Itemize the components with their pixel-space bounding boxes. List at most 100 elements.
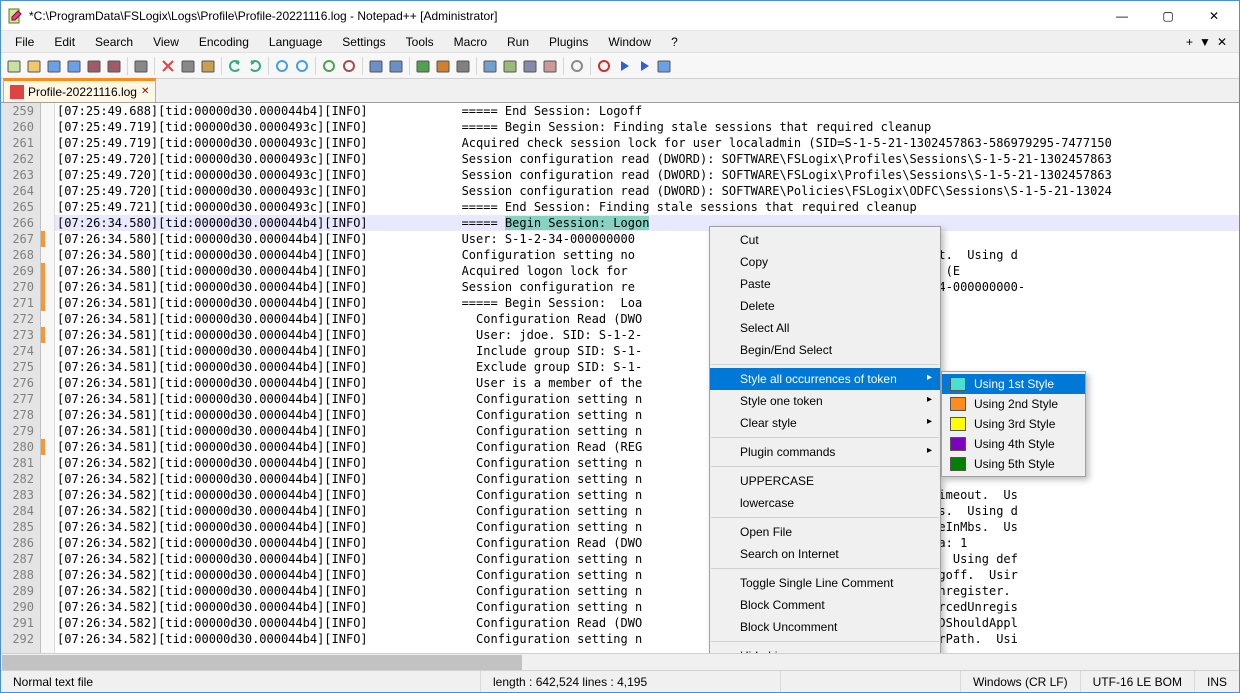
- menu-[interactable]: ?: [661, 33, 688, 51]
- code-line[interactable]: [07:25:49.719][tid:00000d30.0000493c][IN…: [55, 135, 1239, 151]
- paste-icon[interactable]: [199, 57, 217, 75]
- code-line[interactable]: [07:26:34.581][tid:00000d30.000044b4][IN…: [55, 343, 1239, 359]
- copy-icon[interactable]: [179, 57, 197, 75]
- zoom-in-icon[interactable]: [320, 57, 338, 75]
- ctx-item-style-one-token[interactable]: Style one token: [710, 390, 940, 412]
- menu-settings[interactable]: Settings: [332, 33, 395, 51]
- scrollbar-thumb[interactable]: [2, 655, 522, 670]
- menu-run[interactable]: Run: [497, 33, 539, 51]
- menu-file[interactable]: File: [5, 33, 44, 51]
- code-line[interactable]: [07:25:49.721][tid:00000d30.0000493c][IN…: [55, 199, 1239, 215]
- ctx-item-search-on-internet[interactable]: Search on Internet: [710, 543, 940, 565]
- cut-icon[interactable]: [159, 57, 177, 75]
- tab-dropdown[interactable]: ▼: [1199, 35, 1211, 49]
- close-doc-icon[interactable]: [85, 57, 103, 75]
- ctx-item-paste[interactable]: Paste: [710, 273, 940, 295]
- code-line[interactable]: [07:26:34.582][tid:00000d30.000044b4][IN…: [55, 599, 1239, 615]
- ctx-item-block-comment[interactable]: Block Comment: [710, 594, 940, 616]
- code-line[interactable]: [07:26:34.580][tid:00000d30.000044b4][IN…: [55, 231, 1239, 247]
- print-icon[interactable]: [132, 57, 150, 75]
- code-line[interactable]: [07:26:34.581][tid:00000d30.000044b4][IN…: [55, 295, 1239, 311]
- play-multi-icon[interactable]: [635, 57, 653, 75]
- ctx-item-uppercase[interactable]: UPPERCASE: [710, 470, 940, 492]
- code-line[interactable]: [07:26:34.581][tid:00000d30.000044b4][IN…: [55, 311, 1239, 327]
- indent-guide-icon[interactable]: [454, 57, 472, 75]
- minimize-button[interactable]: —: [1099, 1, 1145, 31]
- open-file-icon[interactable]: [25, 57, 43, 75]
- menu-macro[interactable]: Macro: [444, 33, 497, 51]
- code-line[interactable]: [07:25:49.720][tid:00000d30.0000493c][IN…: [55, 167, 1239, 183]
- wordwrap-icon[interactable]: [414, 57, 432, 75]
- play-icon[interactable]: [615, 57, 633, 75]
- lang-icon[interactable]: [481, 57, 499, 75]
- code-line[interactable]: [07:26:34.582][tid:00000d30.000044b4][IN…: [55, 567, 1239, 583]
- new-file-icon[interactable]: [5, 57, 23, 75]
- code-line[interactable]: [07:26:34.582][tid:00000d30.000044b4][IN…: [55, 551, 1239, 567]
- ctx-item-plugin-commands[interactable]: Plugin commands: [710, 441, 940, 463]
- code-line[interactable]: [07:26:34.582][tid:00000d30.000044b4][IN…: [55, 615, 1239, 631]
- func-list-icon[interactable]: [521, 57, 539, 75]
- code-line[interactable]: [07:26:34.582][tid:00000d30.000044b4][IN…: [55, 519, 1239, 535]
- close-button[interactable]: ✕: [1191, 1, 1237, 31]
- ctx-item-block-uncomment[interactable]: Block Uncomment: [710, 616, 940, 638]
- code-line[interactable]: [07:26:34.582][tid:00000d30.000044b4][IN…: [55, 535, 1239, 551]
- sync-h-icon[interactable]: [387, 57, 405, 75]
- style-using-3rd-style[interactable]: Using 3rd Style: [942, 414, 1085, 434]
- ctx-item-open-file[interactable]: Open File: [710, 521, 940, 543]
- menu-window[interactable]: Window: [598, 33, 661, 51]
- style-using-4th-style[interactable]: Using 4th Style: [942, 434, 1085, 454]
- folder-tree-icon[interactable]: [541, 57, 559, 75]
- redo-icon[interactable]: [246, 57, 264, 75]
- menu-plugins[interactable]: Plugins: [539, 33, 598, 51]
- save-icon[interactable]: [45, 57, 63, 75]
- code-line[interactable]: [07:25:49.720][tid:00000d30.0000493c][IN…: [55, 183, 1239, 199]
- code-line[interactable]: [07:26:34.582][tid:00000d30.000044b4][IN…: [55, 631, 1239, 647]
- style-using-2nd-style[interactable]: Using 2nd Style: [942, 394, 1085, 414]
- style-using-1st-style[interactable]: Using 1st Style: [942, 374, 1085, 394]
- ctx-item-lowercase[interactable]: lowercase: [710, 492, 940, 514]
- menu-view[interactable]: View: [143, 33, 189, 51]
- menu-edit[interactable]: Edit: [44, 33, 85, 51]
- code-line[interactable]: [07:26:34.580][tid:00000d30.000044b4][IN…: [55, 247, 1239, 263]
- menu-encoding[interactable]: Encoding: [189, 33, 259, 51]
- ctx-item-delete[interactable]: Delete: [710, 295, 940, 317]
- undo-icon[interactable]: [226, 57, 244, 75]
- ctx-item-style-all-occurrences-of-token[interactable]: Style all occurrences of token: [710, 368, 940, 390]
- horizontal-scrollbar[interactable]: [1, 653, 1239, 670]
- save-macro-icon[interactable]: [655, 57, 673, 75]
- code-line[interactable]: [07:25:49.720][tid:00000d30.0000493c][IN…: [55, 151, 1239, 167]
- code-line[interactable]: [07:26:34.582][tid:00000d30.000044b4][IN…: [55, 487, 1239, 503]
- sync-v-icon[interactable]: [367, 57, 385, 75]
- menu-language[interactable]: Language: [259, 33, 332, 51]
- find-icon[interactable]: [273, 57, 291, 75]
- maximize-button[interactable]: ▢: [1145, 1, 1191, 31]
- code-line[interactable]: [07:26:34.582][tid:00000d30.000044b4][IN…: [55, 583, 1239, 599]
- close-all-button[interactable]: ✕: [1217, 35, 1227, 49]
- monitor-icon[interactable]: [568, 57, 586, 75]
- menu-tools[interactable]: Tools: [396, 33, 444, 51]
- record-icon[interactable]: [595, 57, 613, 75]
- doc-map-icon[interactable]: [501, 57, 519, 75]
- ctx-item-begin-end-select[interactable]: Begin/End Select: [710, 339, 940, 361]
- zoom-out-icon[interactable]: [340, 57, 358, 75]
- ctx-item-hide-lines[interactable]: Hide Lines: [710, 645, 940, 653]
- code-line[interactable]: [07:26:34.581][tid:00000d30.000044b4][IN…: [55, 327, 1239, 343]
- code-line[interactable]: [07:26:34.580][tid:00000d30.000044b4][IN…: [55, 263, 1239, 279]
- tab-close-icon[interactable]: ✕: [141, 86, 149, 97]
- code-line[interactable]: [07:26:34.582][tid:00000d30.000044b4][IN…: [55, 503, 1239, 519]
- style-using-5th-style[interactable]: Using 5th Style: [942, 454, 1085, 474]
- code-line[interactable]: [07:26:34.580][tid:00000d30.000044b4][IN…: [55, 215, 1239, 231]
- ctx-item-cut[interactable]: Cut: [710, 229, 940, 251]
- code-line[interactable]: [07:26:34.581][tid:00000d30.000044b4][IN…: [55, 279, 1239, 295]
- save-all-icon[interactable]: [65, 57, 83, 75]
- ctx-item-clear-style[interactable]: Clear style: [710, 412, 940, 434]
- document-tab[interactable]: Profile-20221116.log ✕: [3, 78, 156, 102]
- replace-icon[interactable]: [293, 57, 311, 75]
- code-line[interactable]: [07:25:49.688][tid:00000d30.000044b4][IN…: [55, 103, 1239, 119]
- new-tab-button[interactable]: +: [1186, 35, 1193, 49]
- close-all-icon[interactable]: [105, 57, 123, 75]
- all-chars-icon[interactable]: [434, 57, 452, 75]
- ctx-item-toggle-single-line-comment[interactable]: Toggle Single Line Comment: [710, 572, 940, 594]
- code-line[interactable]: [07:25:49.719][tid:00000d30.0000493c][IN…: [55, 119, 1239, 135]
- ctx-item-copy[interactable]: Copy: [710, 251, 940, 273]
